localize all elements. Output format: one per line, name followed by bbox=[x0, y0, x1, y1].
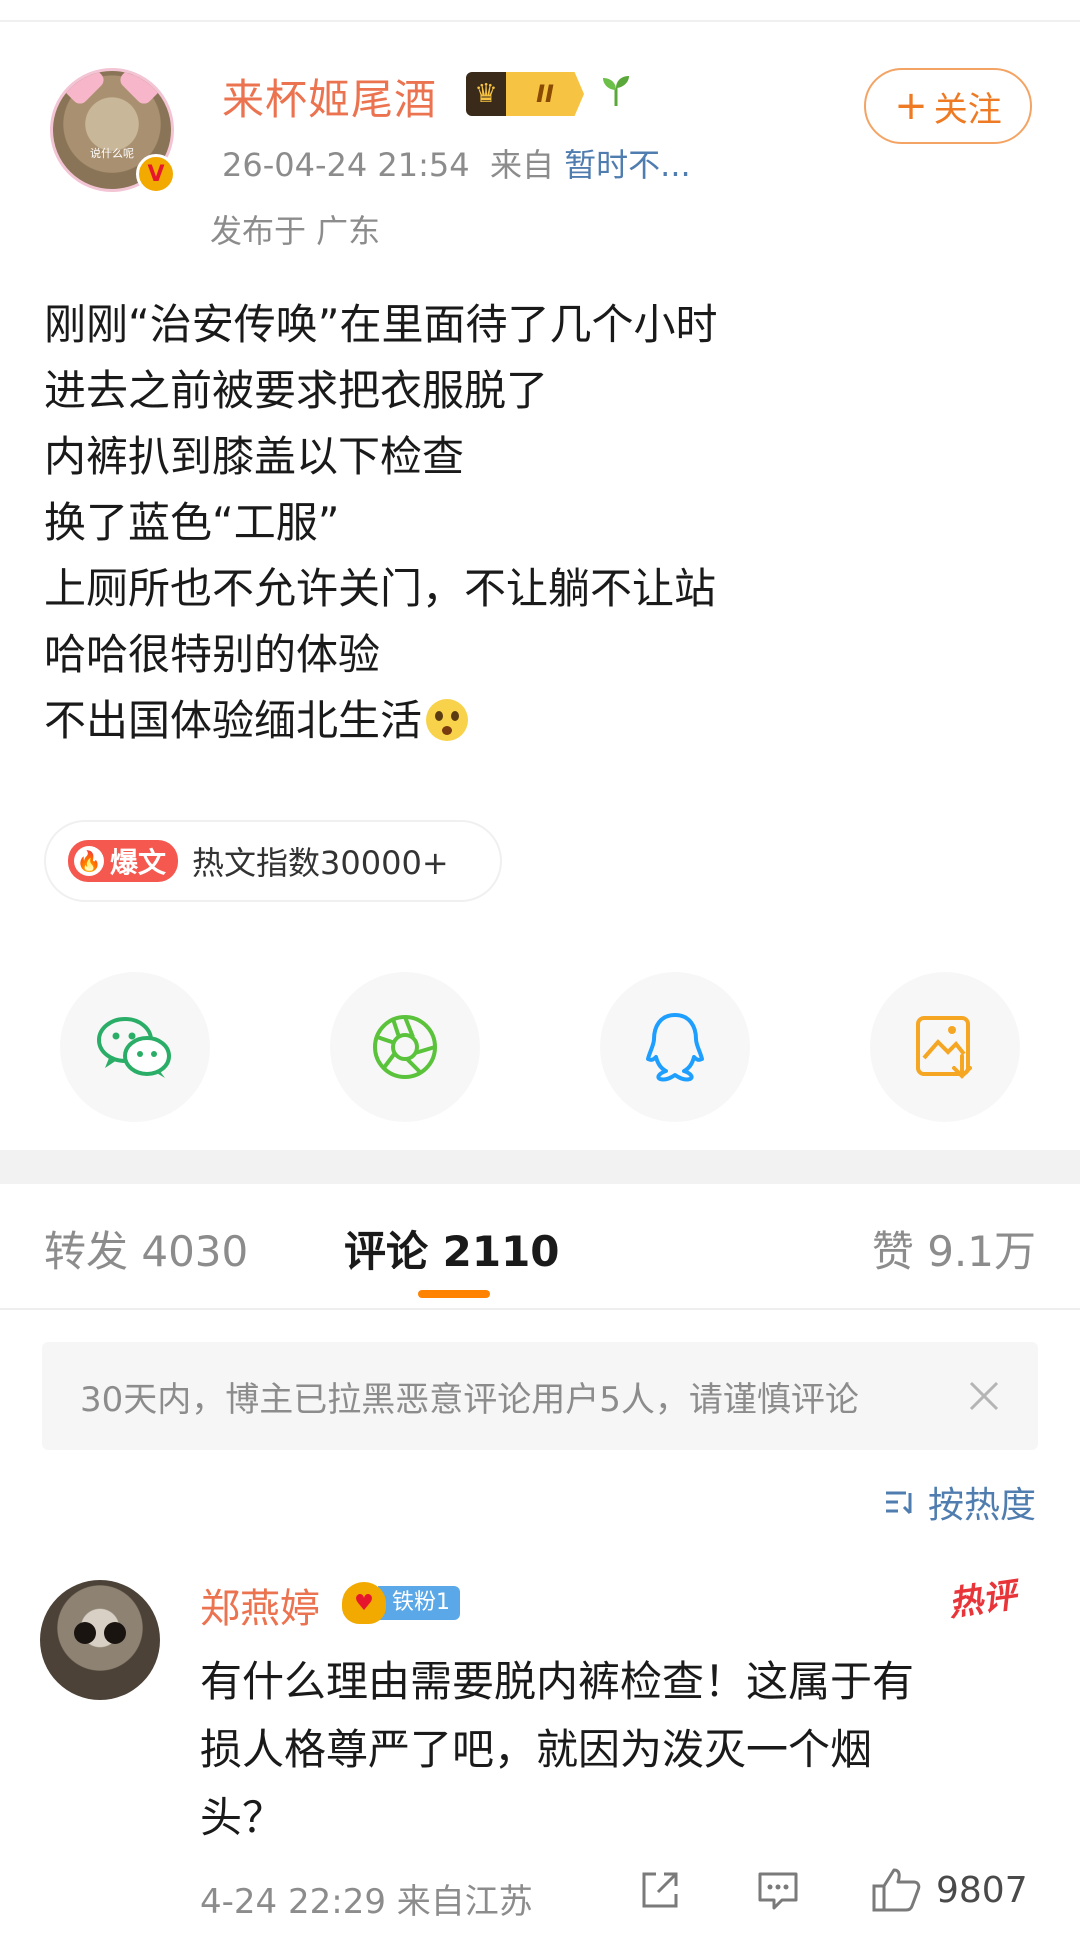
tab-repost[interactable]: 转发 4030 bbox=[44, 1218, 248, 1279]
sort-label: 按热度 bbox=[927, 1485, 1036, 1526]
post-source-link[interactable]: 暂时不... bbox=[564, 146, 691, 184]
moments-icon bbox=[373, 1015, 437, 1079]
post-meta: 26-04-24 21:54 来自 暂时不... bbox=[222, 140, 691, 186]
notice-text: 30天内，博主已拉黑恶意评论用户5人，请谨慎评论 bbox=[80, 1379, 859, 1420]
like-count: 9807 bbox=[936, 1869, 1028, 1911]
level-label: II bbox=[536, 80, 554, 108]
close-icon[interactable] bbox=[954, 1366, 1014, 1426]
sort-by-hot-button[interactable]: 按热度 bbox=[884, 1476, 1036, 1528]
post-body: 刚刚“治安传唤”在里面待了几个小时 进去之前被要求把衣服脱了 内裤扒到膝盖以下检… bbox=[44, 292, 1044, 754]
post-location: 发布于 广东 bbox=[210, 212, 381, 250]
share-arrow-icon bbox=[642, 1872, 678, 1908]
share-wechat-button[interactable] bbox=[60, 972, 210, 1122]
verified-icon: V bbox=[136, 154, 176, 194]
qq-icon bbox=[646, 1013, 704, 1082]
tab-like[interactable]: 赞 9.1万 bbox=[872, 1218, 1036, 1279]
post-line: 换了蓝色“工服” bbox=[44, 498, 340, 547]
commenter-name[interactable]: 郑燕婷 bbox=[200, 1576, 320, 1634]
post-line: 进去之前被要求把衣服脱了 bbox=[44, 366, 549, 415]
comment-body: 有什么理由需要脱内裤检查！这属于有 损人格尊严了吧，就因为泼灭一个烟 头？ bbox=[200, 1648, 1020, 1852]
post-line: 上厕所也不允许关门，不让躺不让站 bbox=[44, 564, 717, 613]
comment-share-button[interactable] bbox=[636, 1866, 684, 1914]
flame-icon: 🔥 bbox=[74, 846, 104, 876]
comment-like-button[interactable]: 9807 bbox=[870, 1866, 1028, 1914]
post-line: 内裤扒到膝盖以下检查 bbox=[44, 432, 465, 481]
share-qq-button[interactable] bbox=[600, 972, 750, 1122]
hot-comment-mark: 热评 bbox=[946, 1575, 1019, 1625]
hot-index-text: 热文指数30000+ bbox=[192, 844, 449, 882]
reply-icon bbox=[758, 1872, 798, 1910]
post-line: 哈哈很特别的体验 bbox=[44, 630, 381, 679]
post-line-text: 不出国体验缅北生活 bbox=[44, 696, 423, 745]
post-last-line: 不出国体验缅北生活 bbox=[44, 688, 1044, 754]
section-divider bbox=[0, 1150, 1080, 1184]
wechat-icon bbox=[97, 1017, 171, 1078]
author-avatar[interactable]: 说什么呢 V bbox=[50, 68, 176, 194]
comment-line: 头？ bbox=[200, 1793, 285, 1842]
top-divider bbox=[0, 20, 1080, 22]
share-moments-button[interactable] bbox=[330, 972, 480, 1122]
active-tab-indicator bbox=[418, 1290, 490, 1298]
fan-badge[interactable]: ♥ 铁粉1 bbox=[342, 1582, 460, 1624]
comment-reply-button[interactable] bbox=[754, 1866, 802, 1914]
fan-badge-label: 铁粉1 bbox=[378, 1586, 460, 1620]
commenter-avatar[interactable] bbox=[40, 1580, 160, 1700]
hot-tag: 🔥 爆文 bbox=[68, 840, 179, 882]
sprout-icon bbox=[598, 72, 634, 116]
author-name[interactable]: 来杯姬尾酒 bbox=[222, 66, 437, 127]
plus-icon: + bbox=[894, 83, 928, 129]
heart-crown-icon: ♥ bbox=[342, 1582, 386, 1624]
hot-tag-label: 爆文 bbox=[110, 846, 167, 879]
follow-label: 关注 bbox=[933, 89, 1002, 130]
comment-line: 损人格尊严了吧，就因为泼灭一个烟 bbox=[200, 1725, 873, 1774]
follow-button[interactable]: + 关注 bbox=[864, 68, 1032, 144]
hot-index-pill[interactable]: 🔥 爆文 热文指数30000+ bbox=[44, 820, 502, 902]
comment-line: 有什么理由需要脱内裤检查！这属于有 bbox=[200, 1657, 915, 1706]
save-image-icon bbox=[916, 1016, 972, 1079]
source-prefix: 来自 bbox=[489, 146, 554, 184]
tab-divider bbox=[0, 1308, 1080, 1310]
comment-meta: 4-24 22:29 来自江苏 bbox=[200, 1882, 533, 1922]
thumbs-up-icon bbox=[872, 1868, 921, 1912]
member-level-badge[interactable]: ♛ II bbox=[466, 72, 584, 116]
post-line: 刚刚“治安传唤”在里面待了几个小时 bbox=[44, 300, 718, 349]
save-image-button[interactable] bbox=[870, 972, 1020, 1122]
comment-notice-banner: 30天内，博主已拉黑恶意评论用户5人，请谨慎评论 bbox=[42, 1342, 1038, 1450]
tab-comment[interactable]: 评论 2110 bbox=[344, 1218, 560, 1279]
post-datetime: 26-04-24 21:54 bbox=[222, 146, 470, 184]
flushed-emoji-icon bbox=[426, 699, 469, 741]
sort-icon bbox=[885, 1491, 912, 1515]
crown-icon: ♛ bbox=[474, 79, 498, 109]
